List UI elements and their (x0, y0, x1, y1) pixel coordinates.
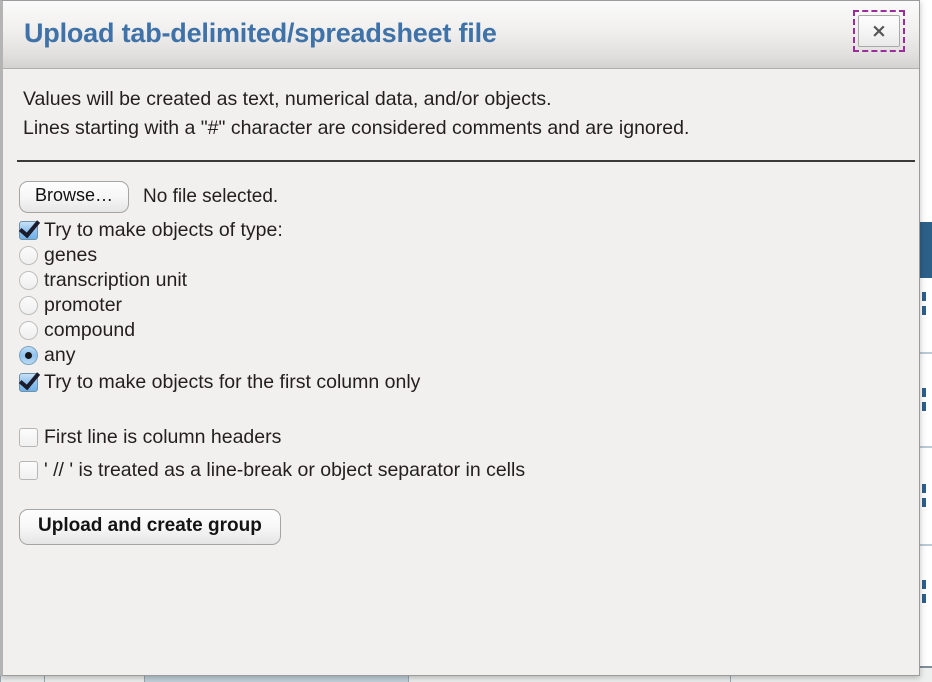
first-column-only-checkbox[interactable] (19, 372, 38, 392)
dialog-title: Upload tab-delimited/spreadsheet file (24, 18, 497, 48)
first-line-headers-row[interactable]: First line is column headers (19, 426, 899, 449)
radio-any[interactable] (19, 345, 38, 365)
close-icon: × (871, 19, 887, 42)
dialog-body: Values will be created as text, numerica… (3, 69, 919, 545)
section-divider (17, 160, 915, 162)
browse-button[interactable]: Browse… (19, 181, 130, 213)
radio-genes[interactable] (19, 245, 38, 265)
radio-compound-label: compound (44, 318, 136, 341)
first-line-headers-checkbox[interactable] (19, 427, 38, 447)
make-objects-of-type-label: Try to make objects of type: (44, 218, 283, 241)
file-picker-row: Browse… No file selected. (19, 181, 899, 213)
background-row-marker (922, 580, 926, 589)
close-button-focus-ring: × (853, 10, 905, 52)
make-objects-of-type-row[interactable]: Try to make objects of type: (19, 219, 899, 242)
description-line-1: Values will be created as text, numerica… (23, 88, 552, 110)
background-row-marker (922, 484, 926, 493)
radio-transcription-unit[interactable] (19, 270, 38, 290)
radio-promoter[interactable] (19, 295, 38, 315)
close-button[interactable]: × (858, 15, 900, 47)
object-type-option-promoter[interactable]: promoter (19, 294, 899, 317)
object-type-radio-group: genes transcription unit promoter compou… (19, 244, 899, 367)
background-row-marker (922, 388, 926, 397)
background-row-marker (922, 594, 926, 603)
first-column-only-row[interactable]: Try to make objects for the first column… (19, 371, 899, 394)
object-type-option-any[interactable]: any (19, 344, 899, 367)
radio-compound[interactable] (19, 320, 38, 340)
object-type-option-genes[interactable]: genes (19, 244, 899, 267)
dialog-actions: Upload and create group (19, 508, 899, 545)
file-status-label: No file selected. (143, 185, 279, 207)
radio-promoter-label: promoter (44, 293, 123, 316)
make-objects-of-type-checkbox[interactable] (19, 220, 38, 240)
slash-separator-checkbox[interactable] (19, 460, 38, 480)
slash-separator-label: ' // ' is treated as a line-break or obj… (44, 458, 526, 481)
object-type-option-transcription-unit[interactable]: transcription unit (19, 269, 899, 292)
parsing-options-group: First line is column headers ' // ' is t… (19, 426, 899, 482)
upload-and-create-group-button[interactable]: Upload and create group (19, 508, 281, 545)
radio-transcription-unit-label: transcription unit (44, 268, 188, 291)
first-line-headers-label: First line is column headers (44, 425, 282, 448)
radio-genes-label: genes (44, 243, 98, 266)
background-row-marker (922, 402, 926, 411)
background-row-marker (922, 306, 926, 315)
background-row-marker (922, 498, 926, 507)
first-column-only-label: Try to make objects for the first column… (44, 370, 421, 393)
radio-any-label: any (44, 343, 76, 366)
object-type-option-compound[interactable]: compound (19, 319, 899, 342)
background-row-marker (922, 292, 926, 301)
upload-file-dialog: Upload tab-delimited/spreadsheet file × … (0, 0, 920, 676)
description-line-2: Lines starting with a "#" character are … (23, 117, 690, 139)
slash-separator-row[interactable]: ' // ' is treated as a line-break or obj… (19, 459, 899, 482)
dialog-titlebar: Upload tab-delimited/spreadsheet file × (3, 1, 919, 69)
